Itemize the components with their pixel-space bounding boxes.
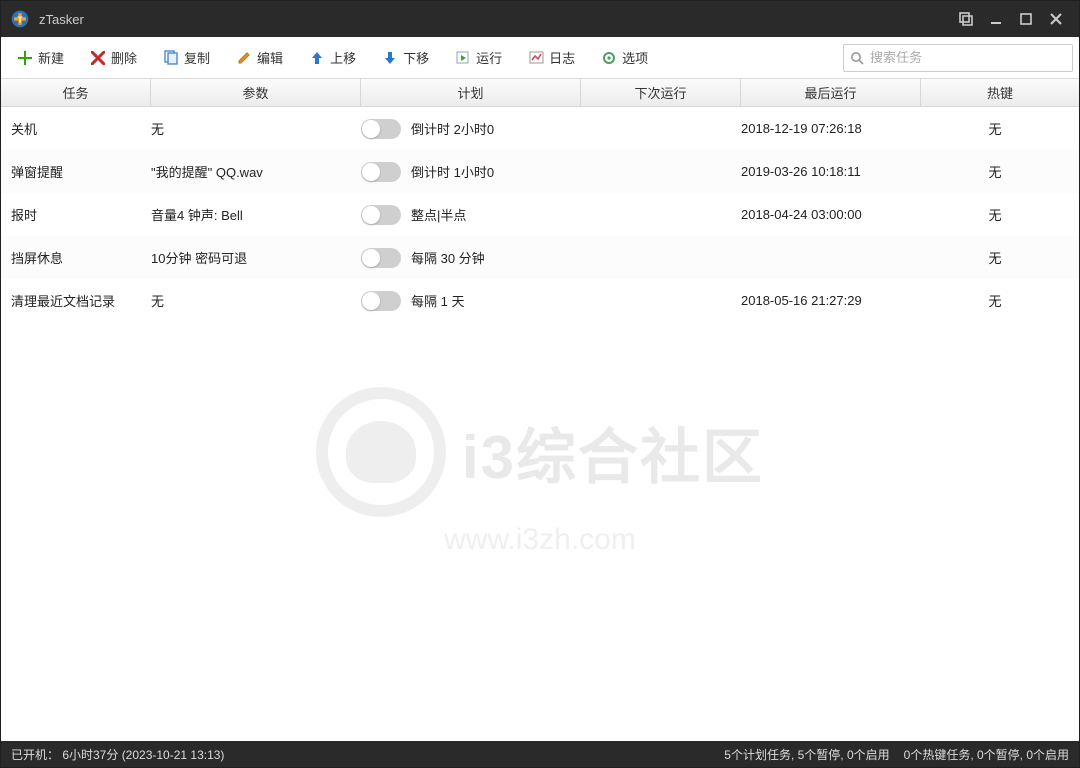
table-header: 任务 参数 计划 下次运行 最后运行 热键 xyxy=(1,79,1079,107)
copy-icon xyxy=(163,50,179,66)
plan-text: 每隔 1 天 xyxy=(411,291,464,310)
cell-plan: 整点|半点 xyxy=(361,205,581,225)
gear-icon xyxy=(601,50,617,66)
arrow-up-icon xyxy=(309,50,325,66)
col-header-hotkey[interactable]: 热键 xyxy=(921,79,1079,106)
status-plan-summary: 5个计划任务, 5个暂停, 0个启用 xyxy=(724,746,889,763)
search-input[interactable] xyxy=(870,50,1066,65)
arrow-down-icon xyxy=(382,50,398,66)
table-row[interactable]: 报时 音量4 钟声: Bell 整点|半点 2018-04-24 03:00:0… xyxy=(1,193,1079,236)
plan-text: 每隔 30 分钟 xyxy=(411,248,485,267)
options-button[interactable]: 选项 xyxy=(591,43,658,72)
plan-text: 整点|半点 xyxy=(411,205,466,224)
new-button[interactable]: 新建 xyxy=(7,43,74,72)
log-label: 日志 xyxy=(549,48,575,67)
table-row[interactable]: 弹窗提醒 "我的提醒" QQ.wav 倒计时 1小时0 2019-03-26 1… xyxy=(1,150,1079,193)
watermark-title-text: i3综合社区 xyxy=(462,409,764,496)
titlebar: T zTasker xyxy=(1,1,1079,37)
move-up-label: 上移 xyxy=(330,48,356,67)
pencil-icon xyxy=(236,50,252,66)
plus-icon xyxy=(17,50,33,66)
plan-text: 倒计时 2小时0 xyxy=(411,119,494,138)
cell-task: 弹窗提醒 xyxy=(11,162,151,181)
new-label: 新建 xyxy=(38,48,64,67)
window-minimize-button[interactable] xyxy=(981,5,1011,33)
log-button[interactable]: 日志 xyxy=(518,43,585,72)
search-icon xyxy=(850,51,864,65)
play-icon xyxy=(455,50,471,66)
cell-hotkey: 无 xyxy=(921,248,1069,267)
cell-last-run: 2018-05-16 21:27:29 xyxy=(741,293,921,308)
cell-param: 无 xyxy=(151,291,361,310)
cell-task: 挡屏休息 xyxy=(11,248,151,267)
col-header-plan[interactable]: 计划 xyxy=(361,79,581,106)
watermark-logo-icon xyxy=(316,387,446,517)
cell-task: 关机 xyxy=(11,119,151,138)
edit-label: 编辑 xyxy=(257,48,283,67)
window-popout-button[interactable] xyxy=(951,5,981,33)
statusbar: 已开机： 6小时37分 (2023-10-21 13:13) 5个计划任务, 5… xyxy=(1,741,1079,767)
toolbar: 新建 删除 复制 编辑 上移 下移 运行 xyxy=(1,37,1079,79)
table-row[interactable]: 清理最近文档记录 无 每隔 1 天 2018-05-16 21:27:29 无 xyxy=(1,279,1079,322)
cell-last-run: 2019-03-26 10:18:11 xyxy=(741,164,921,179)
app-title: zTasker xyxy=(39,12,84,27)
move-down-label: 下移 xyxy=(403,48,429,67)
cell-param: "我的提醒" QQ.wav xyxy=(151,162,361,181)
chart-icon xyxy=(528,50,544,66)
table-body: 关机 无 倒计时 2小时0 2018-12-19 07:26:18 无 弹窗提醒… xyxy=(1,107,1079,741)
cell-task: 清理最近文档记录 xyxy=(11,291,151,310)
cell-plan: 倒计时 1小时0 xyxy=(361,162,581,182)
status-hotkey-summary: 0个热键任务, 0个暂停, 0个启用 xyxy=(904,746,1069,763)
move-up-button[interactable]: 上移 xyxy=(299,43,366,72)
toggle-switch[interactable] xyxy=(361,248,401,268)
copy-button[interactable]: 复制 xyxy=(153,43,220,72)
edit-button[interactable]: 编辑 xyxy=(226,43,293,72)
cell-param: 无 xyxy=(151,119,361,138)
move-down-button[interactable]: 下移 xyxy=(372,43,439,72)
window-close-button[interactable] xyxy=(1041,5,1071,33)
cell-hotkey: 无 xyxy=(921,162,1069,181)
status-uptime: 已开机： 6小时37分 (2023-10-21 13:13) xyxy=(11,746,224,763)
delete-label: 删除 xyxy=(111,48,137,67)
cell-plan: 每隔 1 天 xyxy=(361,291,581,311)
cell-hotkey: 无 xyxy=(921,205,1069,224)
cell-last-run: 2018-04-24 03:00:00 xyxy=(741,207,921,222)
col-header-param[interactable]: 参数 xyxy=(151,79,361,106)
cell-hotkey: 无 xyxy=(921,291,1069,310)
watermark-subtitle: www.i3zh.com xyxy=(316,523,764,557)
col-header-next-run[interactable]: 下次运行 xyxy=(581,79,741,106)
cell-hotkey: 无 xyxy=(921,119,1069,138)
col-header-task[interactable]: 任务 xyxy=(1,79,151,106)
search-box[interactable] xyxy=(843,44,1073,72)
copy-label: 复制 xyxy=(184,48,210,67)
window-maximize-button[interactable] xyxy=(1011,5,1041,33)
watermark-title: i3综合社区 xyxy=(316,387,764,517)
svg-text:T: T xyxy=(17,14,22,24)
watermark: i3综合社区 www.i3zh.com xyxy=(316,387,764,557)
plan-text: 倒计时 1小时0 xyxy=(411,162,494,181)
toggle-switch[interactable] xyxy=(361,119,401,139)
delete-button[interactable]: 删除 xyxy=(80,43,147,72)
cell-param: 10分钟 密码可退 xyxy=(151,248,361,267)
toggle-switch[interactable] xyxy=(361,162,401,182)
run-button[interactable]: 运行 xyxy=(445,43,512,72)
table-row[interactable]: 关机 无 倒计时 2小时0 2018-12-19 07:26:18 无 xyxy=(1,107,1079,150)
cell-task: 报时 xyxy=(11,205,151,224)
cell-last-run: 2018-12-19 07:26:18 xyxy=(741,121,921,136)
options-label: 选项 xyxy=(622,48,648,67)
x-icon xyxy=(90,50,106,66)
toggle-switch[interactable] xyxy=(361,205,401,225)
app-icon: T xyxy=(9,8,31,30)
table-row[interactable]: 挡屏休息 10分钟 密码可退 每隔 30 分钟 无 xyxy=(1,236,1079,279)
run-label: 运行 xyxy=(476,48,502,67)
toggle-switch[interactable] xyxy=(361,291,401,311)
cell-plan: 每隔 30 分钟 xyxy=(361,248,581,268)
col-header-last-run[interactable]: 最后运行 xyxy=(741,79,921,106)
cell-plan: 倒计时 2小时0 xyxy=(361,119,581,139)
cell-param: 音量4 钟声: Bell xyxy=(151,205,361,224)
